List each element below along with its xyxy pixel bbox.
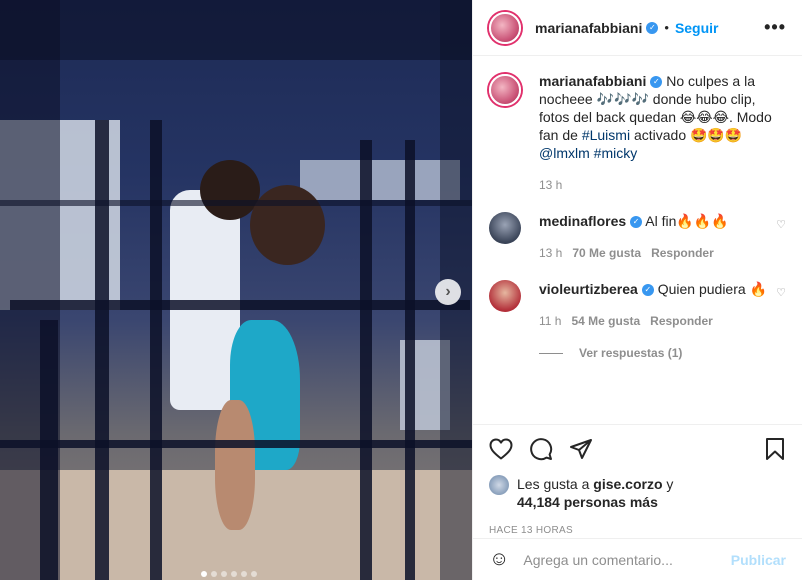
verified-icon: ✓ — [641, 284, 654, 297]
photo-region — [150, 120, 162, 580]
photo-region — [405, 140, 415, 580]
photo-region — [10, 300, 470, 310]
comments-list[interactable]: marianafabbiani ✓ No culpes a la nocheee … — [473, 56, 802, 424]
avatar[interactable] — [489, 74, 521, 106]
photo-region — [0, 0, 472, 60]
comment-likes[interactable]: 54 Me gusta — [571, 314, 640, 328]
photo-region — [0, 440, 472, 448]
heart-icon[interactable] — [489, 438, 513, 460]
photo-region — [360, 140, 372, 580]
verified-icon: ✓ — [646, 21, 659, 34]
share-icon[interactable] — [569, 437, 593, 461]
separator: • — [664, 20, 669, 35]
carousel-dot — [251, 571, 257, 577]
photo-region — [300, 160, 460, 200]
verified-icon: ✓ — [630, 216, 643, 229]
comment-text: Quien pudiera 🔥 — [657, 281, 767, 297]
likes-connector: y — [666, 476, 674, 492]
reply-button[interactable]: Responder — [651, 246, 714, 260]
author-username[interactable]: marianafabbiani — [535, 20, 642, 36]
carousel-dot — [211, 571, 217, 577]
photo-region — [200, 160, 260, 220]
liker-username[interactable]: gise.corzo — [593, 476, 662, 492]
photo-region — [95, 120, 109, 580]
next-photo-button[interactable]: › — [435, 279, 461, 305]
comment-meta: 11 h 54 Me gusta Responder — [539, 312, 768, 330]
photo-region — [215, 400, 255, 530]
caption-text: activado 🤩🤩🤩 — [633, 127, 743, 143]
add-comment-bar: ☺ Publicar — [473, 538, 802, 580]
carousel-dot — [201, 571, 207, 577]
photo-region — [250, 185, 325, 265]
mention-link[interactable]: @lmxlm — [539, 145, 590, 161]
reply-button[interactable]: Responder — [650, 314, 713, 328]
post-photo[interactable]: › — [0, 0, 472, 580]
verified-icon: ✓ — [650, 76, 663, 89]
caption: marianafabbiani ✓ No culpes a la nocheee … — [489, 72, 786, 194]
carousel-dot — [231, 571, 237, 577]
avatar[interactable] — [489, 280, 521, 312]
comment-text: Al fin🔥🔥🔥 — [645, 213, 729, 229]
comment-icon[interactable] — [529, 437, 553, 461]
post-header: marianafabbiani ✓ • Seguir ••• — [473, 0, 802, 56]
publish-button[interactable]: Publicar — [731, 552, 786, 568]
photo-region — [0, 200, 472, 206]
view-replies-button[interactable]: Ver respuestas (1) — [539, 346, 786, 360]
view-replies-label: Ver respuestas (1) — [579, 346, 683, 360]
caption-time[interactable]: 13 h — [539, 176, 786, 194]
likes-count[interactable]: 44,184 personas más — [517, 494, 658, 510]
hashtag-link[interactable]: #micky — [594, 145, 638, 161]
comment-username[interactable]: violeurtizberea — [539, 281, 638, 297]
comment-item: medinaflores ✓ Al fin🔥🔥🔥 13 h 70 Me gusta R… — [489, 212, 786, 262]
comment-item: violeurtizberea ✓ Quien pudiera 🔥 11 h 54 … — [489, 280, 786, 330]
comment-time[interactable]: 11 h — [539, 314, 561, 328]
heart-icon[interactable]: ♡ — [776, 218, 786, 231]
comment-input[interactable] — [523, 551, 731, 568]
follow-button[interactable]: Seguir — [675, 20, 719, 36]
comment-time[interactable]: 13 h — [539, 246, 562, 260]
avatar[interactable] — [489, 475, 509, 495]
comment-meta: 13 h 70 Me gusta Responder — [539, 244, 768, 262]
likes-prefix: Les gusta a — [517, 476, 590, 492]
hashtag-link[interactable]: #Luismi — [582, 127, 630, 143]
carousel-dot — [241, 571, 247, 577]
chevron-right-icon: › — [445, 283, 451, 300]
photo-region — [0, 0, 60, 580]
post-timestamp[interactable]: HACE 13 HORAS — [489, 525, 786, 536]
comment-username[interactable]: medinaflores — [539, 213, 626, 229]
heart-icon[interactable]: ♡ — [776, 286, 786, 299]
carousel-dot — [221, 571, 227, 577]
post-actions: Les gusta a gise.corzo y 44,184 personas… — [473, 424, 802, 536]
likes-summary: Les gusta a gise.corzo y 44,184 personas… — [489, 475, 786, 511]
divider — [539, 352, 563, 354]
avatar[interactable] — [489, 11, 521, 44]
more-options-icon[interactable]: ••• — [764, 17, 786, 38]
avatar[interactable] — [489, 212, 521, 244]
bookmark-icon[interactable] — [764, 437, 786, 461]
caption-username[interactable]: marianafabbiani — [539, 73, 646, 89]
carousel-indicator — [201, 571, 257, 577]
comment-likes[interactable]: 70 Me gusta — [572, 246, 641, 260]
post-panel: marianafabbiani ✓ • Seguir ••• marianafa… — [472, 0, 802, 580]
emoji-icon[interactable]: ☺ — [489, 548, 509, 571]
